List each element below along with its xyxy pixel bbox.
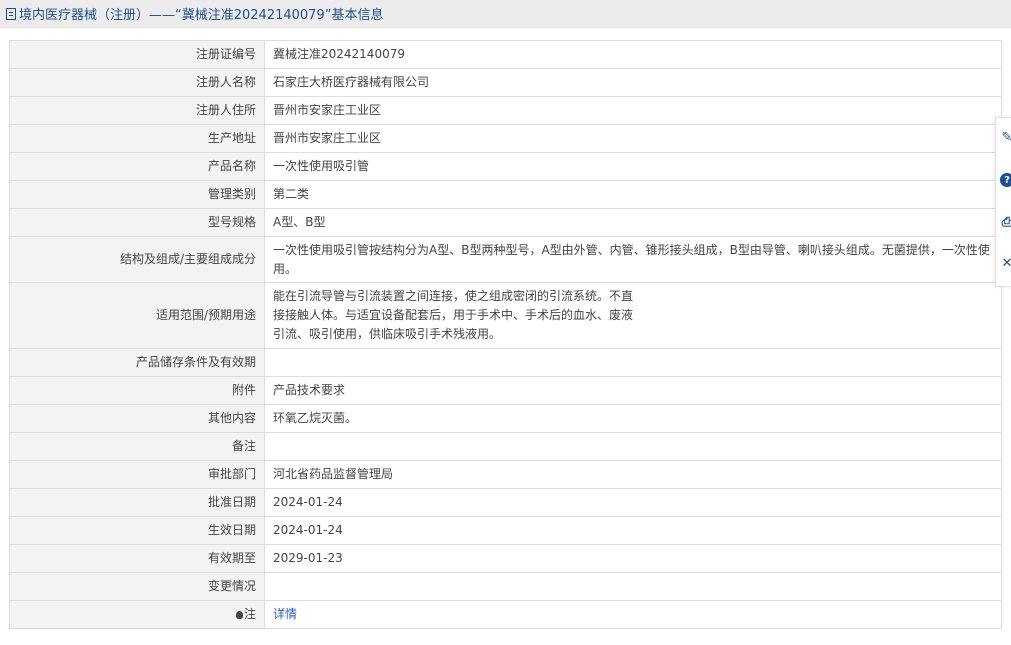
row-value: A型、B型 [264,208,1002,237]
row-label: 注册人名称 [9,68,265,97]
row-label: 变更情况 [9,572,265,601]
info-table: 注册证编号 冀械注准20242140079 注册人名称 石家庄大桥医疗器械有限公… [9,40,1002,629]
row-value: 一次性使用吸引管 [264,152,1002,181]
row-label: 生效日期 [9,516,265,545]
row-value: 河北省药品监督管理局 [264,460,1002,489]
row-label: 产品名称 [9,152,265,181]
row-value: 石家庄大桥医疗器械有限公司 [264,68,1002,97]
table-row: 备注 [9,432,1002,461]
row-value [264,572,1002,601]
row-label: 注册人住所 [9,96,265,125]
table-row: 生产地址 晋州市安家庄工业区 [9,124,1002,153]
table-row: 结构及组成/主要组成成分 一次性使用吸引管按结构分为A型、B型两种型号，A型由外… [9,236,1002,283]
bulb-icon [235,611,243,619]
table-row: 产品储存条件及有效期 [9,348,1002,377]
side-toolbar: ✎ ? ⎙ ✕ [995,117,1011,287]
row-label: 生产地址 [9,124,265,153]
row-value: 详情 [264,600,1002,629]
table-row: 注册人名称 石家庄大桥医疗器械有限公司 [9,68,1002,97]
table-row: 型号规格 A型、B型 [9,208,1002,237]
page-title: 境内医疗器械（注册）——“冀械注准20242140079”基本信息 [19,8,384,23]
usage-line: 引流、吸引使用，供临床吸引手术残液用。 [273,327,502,341]
row-label: 产品储存条件及有效期 [9,348,265,377]
row-value: 产品技术要求 [264,376,1002,405]
print-icon[interactable]: ⎙ [1000,215,1011,230]
note-label: 注 [243,607,256,621]
row-label: 附件 [9,376,265,405]
row-value: 一次性使用吸引管按结构分为A型、B型两种型号，A型由外管、内管、锥形接头组成，B… [264,236,1002,283]
row-label: 型号规格 [9,208,265,237]
row-label: 管理类别 [9,180,265,209]
row-value: 2024-01-24 [264,516,1002,545]
table-row: 产品名称 一次性使用吸引管 [9,152,1002,181]
row-value: 晋州市安家庄工业区 [264,96,1002,125]
row-value: 冀械注准20242140079 [264,40,1002,69]
help-icon[interactable]: ? [1000,173,1011,187]
row-value: 2024-01-24 [264,488,1002,517]
row-label: 审批部门 [9,460,265,489]
table-row: 附件 产品技术要求 [9,376,1002,405]
row-value: 第二类 [264,180,1002,209]
row-label-note: 注 [9,600,265,629]
table-row: 注 详情 [9,600,1002,629]
row-label: 注册证编号 [9,40,265,69]
row-label: 适用范围/预期用途 [9,282,265,349]
table-row: 其他内容 环氧乙烷灭菌。 [9,404,1002,433]
row-value: 晋州市安家庄工业区 [264,124,1002,153]
details-link[interactable]: 详情 [273,607,297,621]
row-label: 备注 [9,432,265,461]
document-icon [6,7,16,20]
row-value [264,432,1002,461]
edit-icon[interactable]: ✎ [1000,130,1011,145]
table-row: 适用范围/预期用途 能在引流导管与引流装置之间连接，使之组成密闭的引流系统。不直… [9,282,1002,349]
row-value: 环氧乙烷灭菌。 [264,404,1002,433]
table-row: 注册证编号 冀械注准20242140079 [9,40,1002,69]
row-value: 2029-01-23 [264,544,1002,573]
table-row: 管理类别 第二类 [9,180,1002,209]
table-row: 批准日期 2024-01-24 [9,488,1002,517]
row-label: 有效期至 [9,544,265,573]
table-row: 生效日期 2024-01-24 [9,516,1002,545]
row-label: 其他内容 [9,404,265,433]
row-label: 批准日期 [9,488,265,517]
usage-line: 接接触人体。与适宜设备配套后，用于手术中、手术后的血水、废液 [273,308,634,322]
table-row: 审批部门 河北省药品监督管理局 [9,460,1002,489]
table-row: 注册人住所 晋州市安家庄工业区 [9,96,1002,125]
row-value: 能在引流导管与引流装置之间连接，使之组成密闭的引流系统。不直 接接触人体。与适宜… [264,282,1002,349]
table-row: 变更情况 [9,572,1002,601]
close-icon[interactable]: ✕ [1000,256,1011,271]
usage-line: 能在引流导管与引流装置之间连接，使之组成密闭的引流系统。不直 [273,289,634,303]
row-label: 结构及组成/主要组成成分 [9,236,265,283]
page-header: 境内医疗器械（注册）——“冀械注准20242140079”基本信息 [0,0,1011,28]
table-row: 有效期至 2029-01-23 [9,544,1002,573]
row-value [264,348,1002,377]
